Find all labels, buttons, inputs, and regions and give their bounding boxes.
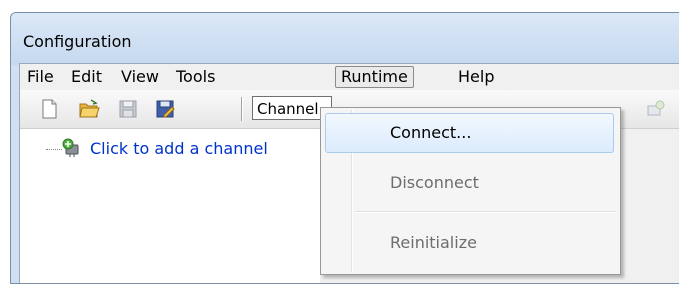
menu-file[interactable]: File <box>22 67 59 87</box>
open-folder-icon[interactable] <box>78 98 100 120</box>
tree-connector <box>46 149 62 150</box>
menu-item-reinitialize: Reinitialize <box>390 233 477 252</box>
menu-item-disconnect: Disconnect <box>390 173 479 192</box>
add-channel-link[interactable]: Click to add a channel <box>90 139 268 158</box>
toolbar-device-icon[interactable] <box>645 98 667 120</box>
window-title: Configuration <box>23 32 132 51</box>
add-channel-icon[interactable] <box>62 138 82 158</box>
runtime-menu: Connect... Disconnect Reinitialize <box>320 107 621 275</box>
title-bar: Configuration <box>11 13 679 65</box>
menu-tools[interactable]: Tools <box>171 67 220 87</box>
new-document-icon[interactable] <box>38 98 60 120</box>
save-as-icon[interactable] <box>154 98 176 120</box>
channel-tree: Click to add a channel <box>20 129 320 283</box>
menu-runtime[interactable]: Runtime <box>335 66 414 88</box>
menu-item-connect[interactable]: Connect... <box>390 123 471 142</box>
toolbar-separator <box>241 97 243 121</box>
menu-help[interactable]: Help <box>453 67 499 87</box>
menu-separator <box>355 211 616 213</box>
menu-view[interactable]: View <box>116 67 164 87</box>
save-icon[interactable] <box>117 98 139 120</box>
menu-edit[interactable]: Edit <box>66 67 107 87</box>
menu-bar: File Edit View Tools Runtime Help <box>20 64 679 90</box>
